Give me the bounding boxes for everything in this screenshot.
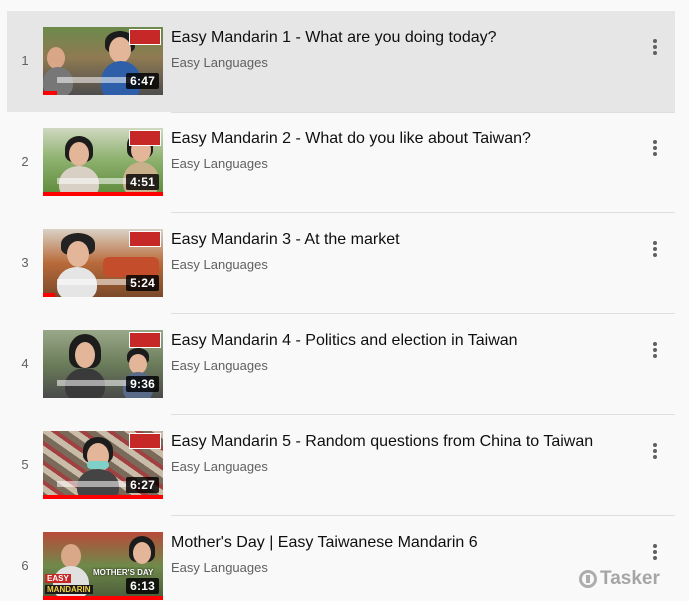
playlist-list: 1 6:47 Easy Mandarin 1 - What are you do… [7,11,675,601]
video-title[interactable]: Easy Mandarin 1 - What are you doing tod… [171,27,627,49]
channel-name[interactable]: Easy Languages [171,458,627,476]
watch-progress-bar [43,91,58,95]
video-title[interactable]: Easy Mandarin 2 - What do you like about… [171,128,627,150]
tasker-watermark: Tasker [579,568,660,590]
more-actions-menu-icon[interactable] [645,340,665,364]
video-thumbnail[interactable]: 9:36 [43,330,163,398]
more-actions-menu-icon[interactable] [645,37,665,61]
playlist-item[interactable]: 2 4:51 Easy Mandarin 2 - What do you lik… [7,112,675,213]
video-duration: 4:51 [126,174,159,190]
channel-name[interactable]: Easy Languages [171,559,627,577]
tasker-logo-icon [579,570,597,588]
more-actions-menu-icon[interactable] [645,542,665,566]
video-title[interactable]: Easy Mandarin 3 - At the market [171,229,627,251]
channel-name[interactable]: Easy Languages [171,256,627,274]
playlist-item-index: 4 [21,356,29,371]
playlist-item-index: 2 [21,154,29,169]
video-thumbnail[interactable]: 5:24 [43,229,163,297]
video-title[interactable]: Mother's Day | Easy Taiwanese Mandarin 6 [171,532,627,554]
watch-progress-bar [43,192,163,196]
watch-progress-bar [43,596,163,600]
channel-name[interactable]: Easy Languages [171,54,627,72]
more-actions-menu-icon[interactable] [645,239,665,263]
watch-progress-bar [43,495,163,499]
video-thumbnail[interactable]: 6:27 [43,431,163,499]
playlist-item-index: 6 [21,558,29,573]
playlist-item-index: 1 [21,53,29,68]
thumb-caption: EASY [45,574,71,583]
playlist-panel: 1 6:47 Easy Mandarin 1 - What are you do… [0,0,689,601]
video-thumbnail[interactable]: EASY MANDARIN MOTHER'S DAY 6:13 [43,532,163,600]
playlist-item-index: 3 [21,255,29,270]
video-duration: 9:36 [126,376,159,392]
playlist-item[interactable]: 4 9:36 Easy Mandarin 4 - Politics and el… [7,314,675,415]
thumb-caption: MANDARIN [45,585,93,594]
video-info: Easy Mandarin 5 - Random questions from … [171,431,627,476]
playlist-item[interactable]: 6 EASY MANDARIN MOTHER'S DAY 6:13 Mother… [7,516,675,601]
playlist-item[interactable]: 5 6:27 Easy Mandarin 5 - Random question… [7,415,675,516]
video-duration: 5:24 [126,275,159,291]
video-title[interactable]: Easy Mandarin 4 - Politics and election … [171,330,627,352]
video-duration: 6:27 [126,477,159,493]
video-info: Easy Mandarin 4 - Politics and election … [171,330,627,375]
video-duration: 6:13 [126,578,159,594]
video-thumbnail[interactable]: 4:51 [43,128,163,196]
video-thumbnail[interactable]: 6:47 [43,27,163,95]
playlist-item[interactable]: 3 5:24 Easy Mandarin 3 - At the market E… [7,213,675,314]
video-title[interactable]: Easy Mandarin 5 - Random questions from … [171,431,627,453]
video-info: Easy Mandarin 2 - What do you like about… [171,128,627,173]
playlist-item-index: 5 [21,457,29,472]
more-actions-menu-icon[interactable] [645,441,665,465]
video-info: Mother's Day | Easy Taiwanese Mandarin 6… [171,532,627,577]
playlist-item[interactable]: 1 6:47 Easy Mandarin 1 - What are you do… [7,11,675,112]
channel-name[interactable]: Easy Languages [171,357,627,375]
watch-progress-bar [43,293,55,297]
video-duration: 6:47 [126,73,159,89]
video-info: Easy Mandarin 3 - At the market Easy Lan… [171,229,627,274]
more-actions-menu-icon[interactable] [645,138,665,162]
watermark-text: Tasker [600,568,660,589]
video-info: Easy Mandarin 1 - What are you doing tod… [171,27,627,72]
thumb-caption: MOTHER'S DAY [93,568,154,577]
channel-name[interactable]: Easy Languages [171,155,627,173]
